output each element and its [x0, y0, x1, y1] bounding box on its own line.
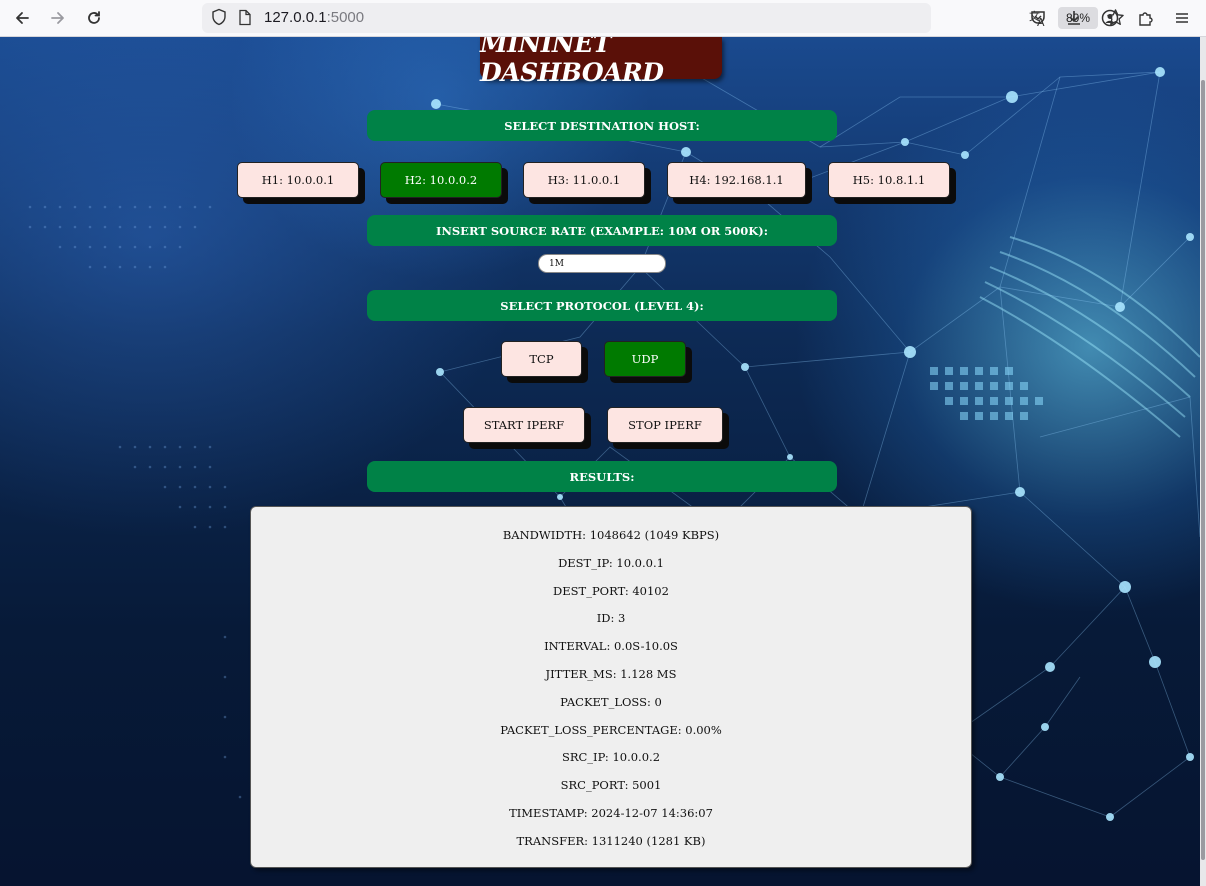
result-src-ip: SRC_IP: 10.0.0.2 — [561, 750, 661, 764]
shield-icon[interactable] — [211, 8, 227, 30]
start-iperf-button[interactable]: START IPERF — [463, 407, 585, 443]
result-packet-loss: PACKET_LOSS: 0 — [560, 695, 662, 709]
host-button-h4[interactable]: H4: 192.168.1.1 — [667, 162, 806, 198]
result-jitter: JITTER_MS: 1.128 MS — [545, 667, 677, 681]
download-icon[interactable] — [1061, 6, 1087, 30]
scrollbar-thumb[interactable] — [1201, 80, 1205, 860]
results-panel: BANDWIDTH: 1048642 (1049 KBPS) DEST_IP: … — [250, 506, 972, 868]
extensions-icon[interactable] — [1133, 6, 1159, 30]
result-src-port: SRC_PORT: 5001 — [560, 778, 662, 792]
url-bar[interactable]: 127.0.0.1:5000 文A 80% — [202, 3, 1124, 33]
host-button-h2[interactable]: H2: 10.0.0.2 — [380, 162, 502, 198]
forward-icon[interactable] — [45, 6, 71, 30]
results-section-header: RESULTS: — [367, 461, 837, 492]
protocol-button-tcp[interactable]: TCP — [501, 341, 582, 377]
dashboard-page: MININET DASHBOARD SELECT DESTINATION HOS… — [0, 37, 1200, 886]
back-icon[interactable] — [9, 6, 35, 30]
host-button-h3[interactable]: H3: 11.0.0.1 — [523, 162, 645, 198]
host-button-h1[interactable]: H1: 10.0.0.1 — [237, 162, 359, 198]
reload-icon[interactable] — [81, 6, 107, 30]
result-dest-port: DEST_PORT: 40102 — [553, 584, 669, 598]
result-dest-ip: DEST_IP: 10.0.0.1 — [558, 556, 664, 570]
browser-toolbar: 127.0.0.1:5000 文A 80% — [0, 0, 1206, 37]
result-transfer: TRANSFER: 1311240 (1281 KB) — [516, 834, 706, 848]
protocol-section-header: SELECT PROTOCOL (LEVEL 4): — [367, 290, 837, 321]
result-timestamp: TIMESTAMP: 2024-12-07 14:36:07 — [509, 806, 713, 820]
source-rate-input[interactable] — [538, 254, 666, 273]
protocol-button-udp[interactable]: UDP — [604, 341, 686, 377]
result-id: ID: 3 — [596, 611, 626, 625]
host-button-h5[interactable]: H5: 10.8.1.1 — [828, 162, 950, 198]
pocket-icon[interactable] — [1025, 6, 1051, 30]
stop-iperf-button[interactable]: STOP IPERF — [607, 407, 723, 443]
result-packet-loss-percentage: PACKET_LOSS_PERCENTAGE: 0.00% — [500, 723, 722, 737]
page-title: MININET DASHBOARD — [480, 37, 722, 87]
menu-icon[interactable] — [1169, 6, 1195, 30]
rate-section-header: INSERT SOURCE RATE (EXAMPLE: 10M OR 500K… — [367, 215, 837, 246]
destination-section-header: SELECT DESTINATION HOST: — [367, 110, 837, 141]
result-bandwidth: BANDWIDTH: 1048642 (1049 KBPS) — [502, 528, 720, 542]
url-text: 127.0.0.1:5000 — [264, 9, 365, 26]
page-icon — [238, 9, 252, 30]
result-interval: INTERVAL: 0.0S-10.0S — [544, 639, 678, 653]
account-icon[interactable] — [1097, 6, 1123, 30]
